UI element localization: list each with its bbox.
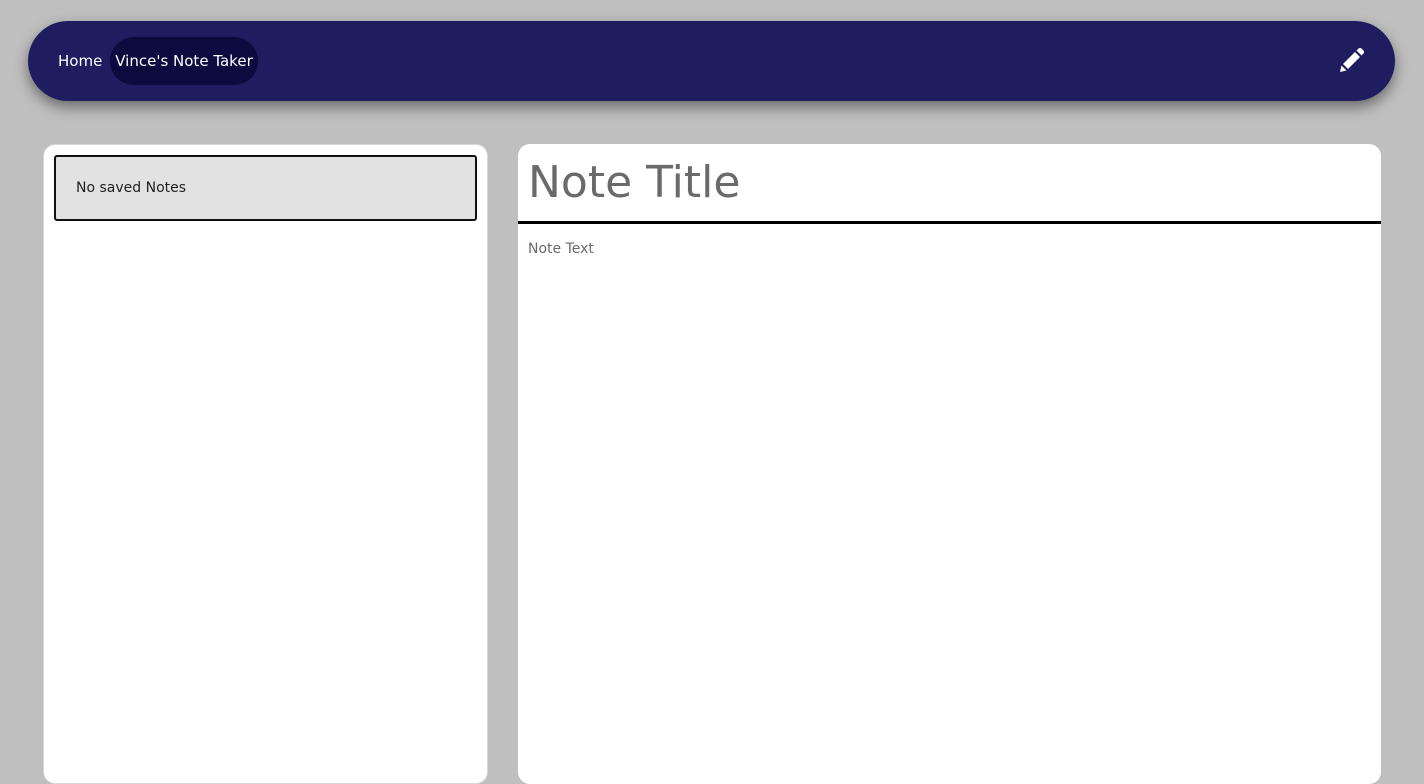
note-text-input[interactable] xyxy=(518,224,1381,784)
empty-notes-item: No saved Notes xyxy=(54,155,477,221)
navbar: Home Vince's Note Taker xyxy=(28,21,1395,101)
saved-notes-list: No saved Notes xyxy=(43,144,488,784)
note-title-input[interactable] xyxy=(518,144,1381,224)
new-note-button[interactable] xyxy=(1336,46,1366,76)
nav-home-link[interactable]: Home xyxy=(58,51,102,71)
empty-notes-label: No saved Notes xyxy=(76,180,187,196)
nav-brand-link[interactable]: Vince's Note Taker xyxy=(110,37,258,85)
pencil-icon xyxy=(1340,48,1364,72)
note-editor xyxy=(518,144,1381,784)
